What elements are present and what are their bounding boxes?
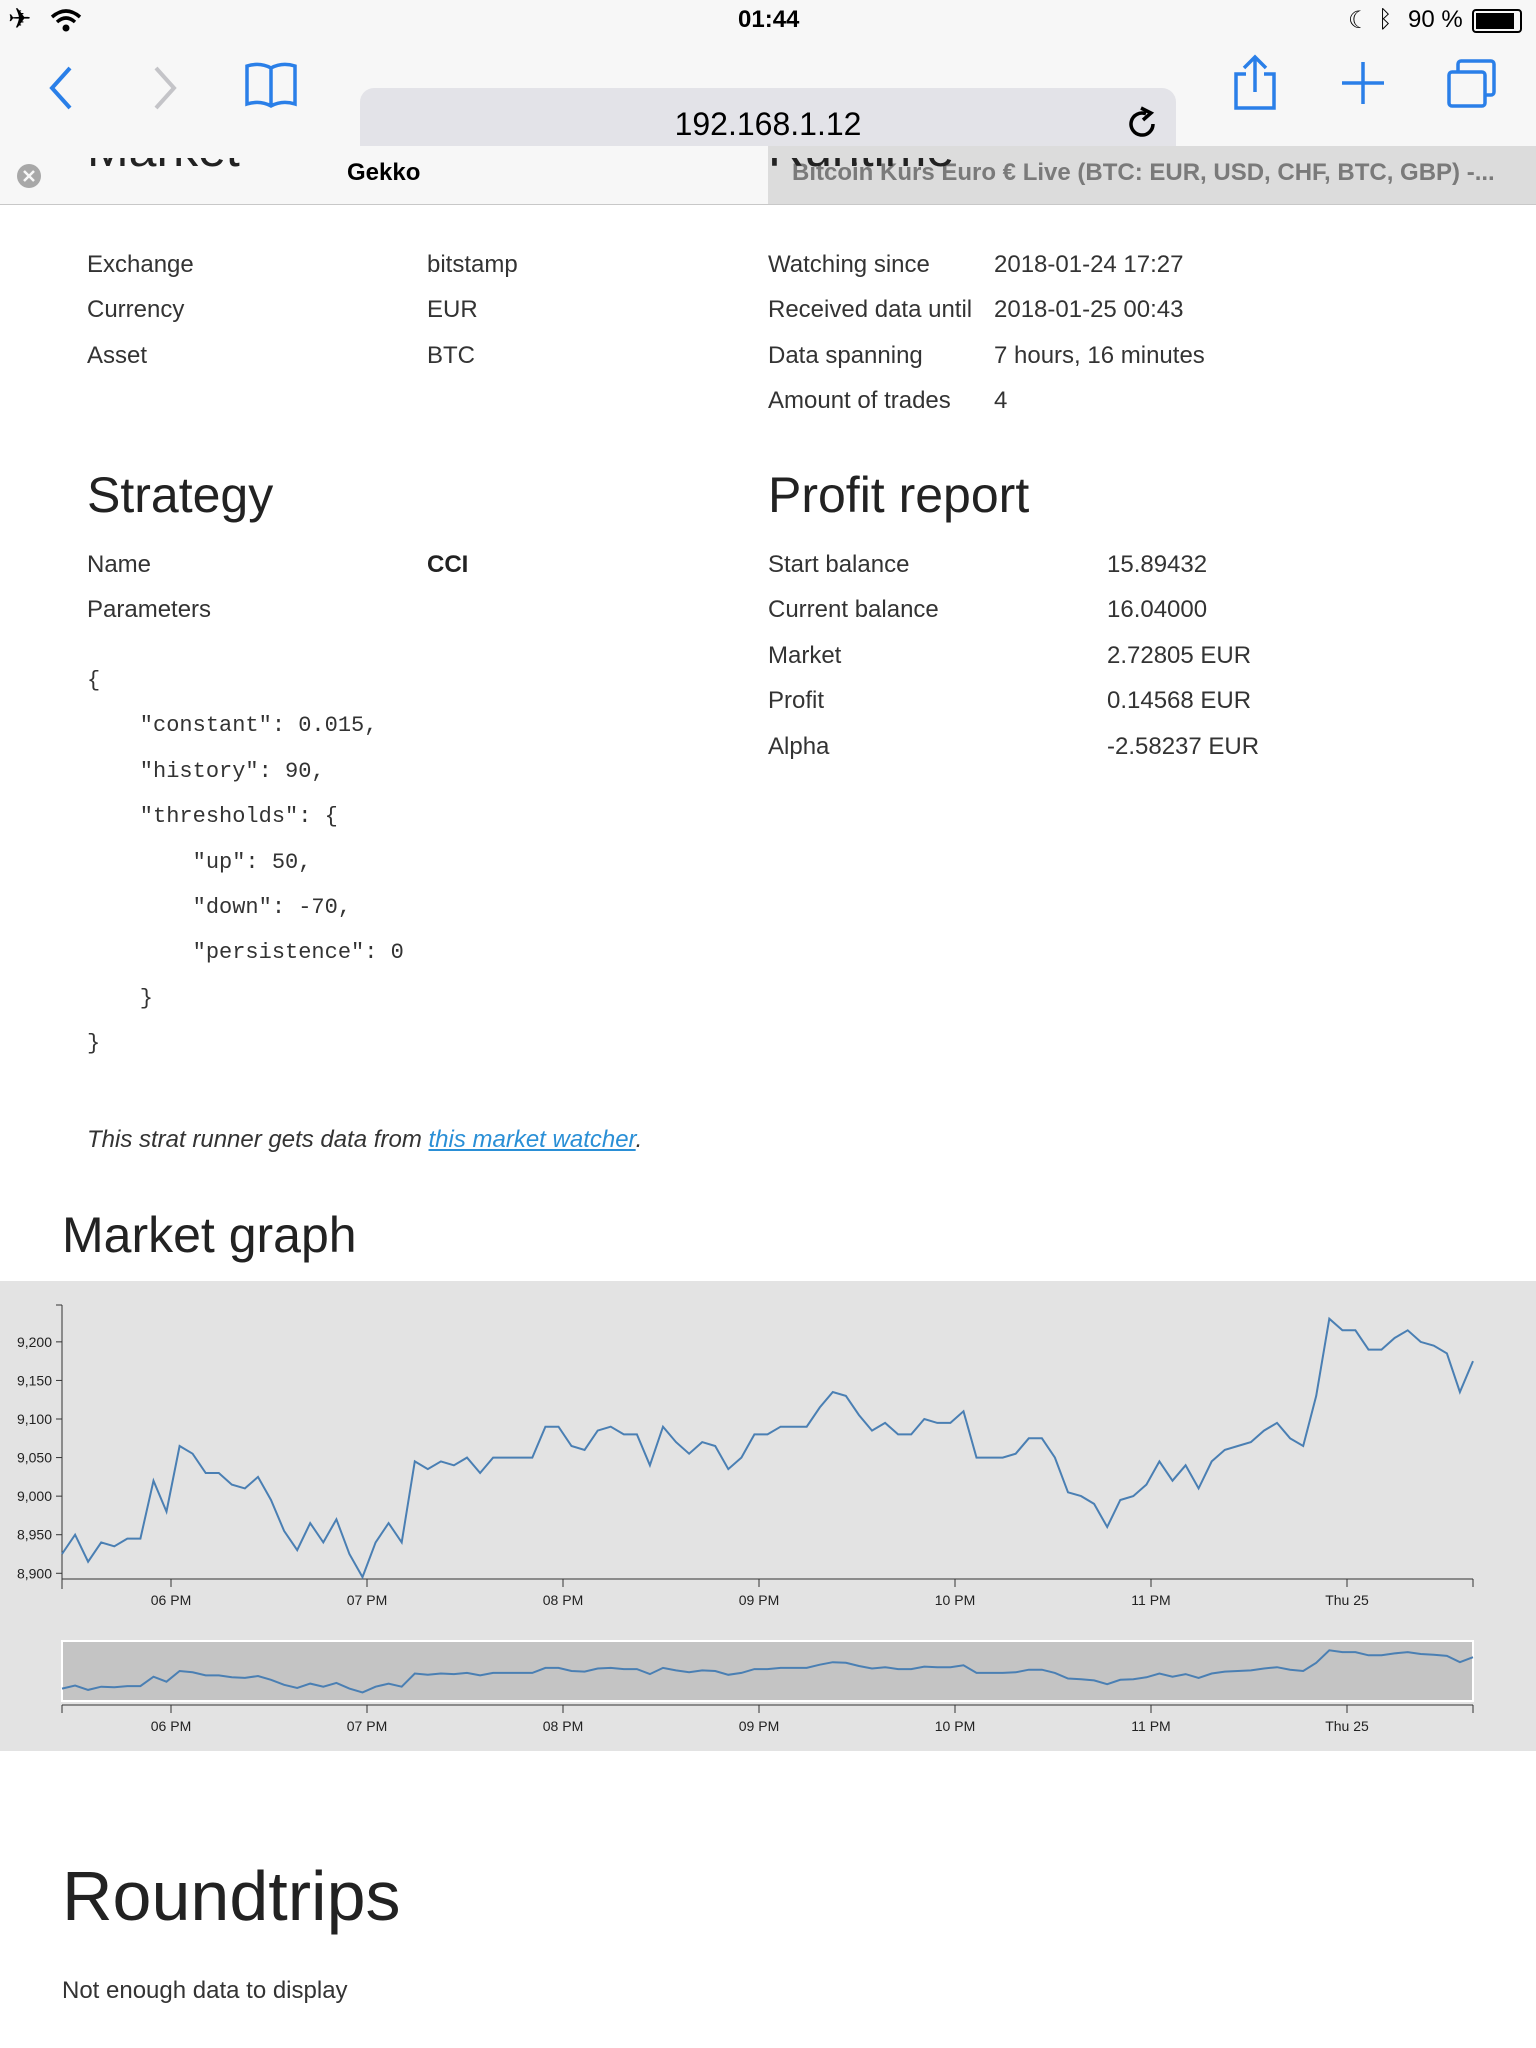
y-tick-label: 9,200 xyxy=(17,1334,52,1350)
x-tick-label: 07 PM xyxy=(347,1592,387,1608)
wifi-icon xyxy=(50,9,82,32)
x-tick-label: 09 PM xyxy=(739,1592,779,1608)
clock: 01:44 xyxy=(738,6,800,33)
profit-value: 16.04000 xyxy=(1107,596,1208,623)
runtime-label: Watching since xyxy=(768,251,930,278)
profit-value: -2.58237 EUR xyxy=(1107,733,1260,760)
status-bar: ✈ 01:44 ☾ ᛒ 90 % xyxy=(0,0,1536,40)
price-line xyxy=(61,1316,1474,1580)
market-value-currency: EUR xyxy=(427,296,478,323)
y-tick-label: 9,050 xyxy=(17,1450,52,1466)
strategy-note: This strat runner gets data from this ma… xyxy=(87,1126,642,1154)
airplane-icon: ✈ xyxy=(8,3,32,34)
profit-value: 15.89432 xyxy=(1107,551,1208,578)
strategy-params-label: Parameters xyxy=(87,596,212,623)
reload-icon[interactable] xyxy=(1124,106,1160,142)
params-line: "thresholds": { xyxy=(87,804,338,829)
params-line: } xyxy=(87,1031,101,1056)
roundtrips-heading: Roundtrips xyxy=(62,1857,401,1935)
tabs-icon[interactable] xyxy=(1446,58,1498,110)
overview-x-tick-label: 07 PM xyxy=(347,1718,387,1734)
url-text[interactable]: 192.168.1.12 xyxy=(360,106,1176,143)
overview-x-tick-label: 06 PM xyxy=(151,1718,191,1734)
x-tick-label: 11 PM xyxy=(1131,1592,1170,1608)
market-value-asset: BTC xyxy=(427,342,475,369)
runtime-value: 4 xyxy=(994,387,1008,414)
params-line: "down": -70, xyxy=(87,895,352,920)
market-watcher-link[interactable]: this market watcher xyxy=(428,1126,635,1153)
market-value-exchange: bitstamp xyxy=(427,251,518,278)
market-graph-heading: Market graph xyxy=(62,1207,357,1263)
params-line: { xyxy=(87,668,101,693)
market-label-currency: Currency xyxy=(87,296,185,323)
overview-x-tick-label: 08 PM xyxy=(543,1718,583,1734)
overview-x-tick-label: 11 PM xyxy=(1131,1718,1170,1734)
runtime-value: 2018-01-24 17:27 xyxy=(994,251,1184,278)
market-graph: 8,900 8,950 9,000 9,050 9,100 9,150 9,200 06 PM… xyxy=(0,1281,1536,1751)
profit-label: Start balance xyxy=(768,551,910,578)
strategy-heading: Strategy xyxy=(87,467,274,523)
runtime-label: Data spanning xyxy=(768,342,923,369)
roundtrips-empty-text: Not enough data to display xyxy=(62,1977,348,2004)
y-tick-label: 9,100 xyxy=(17,1411,52,1427)
market-label-asset: Asset xyxy=(87,342,148,369)
moon-icon: ☾ xyxy=(1348,7,1370,34)
market-label-exchange: Exchange xyxy=(87,251,194,278)
profit-label: Market xyxy=(768,642,842,669)
share-icon[interactable] xyxy=(1232,54,1278,112)
market-heading-clipped: Market xyxy=(87,158,387,218)
runtime-label: Amount of trades xyxy=(768,387,951,414)
params-line: "history": 90, xyxy=(87,759,325,784)
close-tab-icon[interactable] xyxy=(16,163,42,189)
params-line: "up": 50, xyxy=(87,850,312,875)
strategy-name-label: Name xyxy=(87,551,152,578)
params-line: "persistence": 0 xyxy=(87,940,404,965)
brush-selection xyxy=(61,1640,1474,1702)
profit-value: 2.72805 EUR xyxy=(1107,642,1252,669)
back-icon[interactable] xyxy=(46,64,76,112)
market-chart[interactable]: 8,900 8,950 9,000 9,050 9,100 9,150 9,200 06 PM… xyxy=(0,1281,1536,1751)
overview-x-tick-label: Thu 25 xyxy=(1325,1718,1369,1734)
strategy-name-value: CCI xyxy=(427,551,469,578)
runtime-value: 2018-01-25 00:43 xyxy=(994,296,1184,323)
strategy-note-suffix: . xyxy=(635,1126,643,1153)
y-tick-label: 9,150 xyxy=(17,1372,52,1388)
profit-label: Profit xyxy=(768,687,825,714)
runtime-label: Received data until xyxy=(768,296,973,323)
y-tick-label: 8,900 xyxy=(17,1565,52,1581)
x-tick-label: 10 PM xyxy=(935,1592,975,1608)
y-tick-label: 9,000 xyxy=(17,1488,52,1504)
runtime-heading-clipped: Runtime xyxy=(768,158,1068,218)
params-line: } xyxy=(87,986,154,1011)
new-tab-icon[interactable] xyxy=(1340,60,1386,106)
y-tick-label: 8,950 xyxy=(17,1527,52,1543)
runtime-value: 7 hours, 16 minutes xyxy=(994,342,1205,369)
bookmarks-icon[interactable] xyxy=(244,60,298,110)
profit-label: Alpha xyxy=(768,733,830,760)
battery-label: 90 % xyxy=(1408,6,1463,33)
bluetooth-icon: ᛒ xyxy=(1378,6,1393,33)
strategy-note-prefix: This strat runner gets data from xyxy=(87,1126,429,1153)
battery-icon xyxy=(1472,9,1522,33)
browser-toolbar: 192.168.1.12 xyxy=(0,40,1536,160)
profit-label: Current balance xyxy=(768,596,939,623)
x-tick-label: Thu 25 xyxy=(1325,1592,1369,1608)
x-tick-label: 08 PM xyxy=(543,1592,583,1608)
profit-heading: Profit report xyxy=(768,467,1030,523)
x-tick-label: 06 PM xyxy=(151,1592,191,1608)
overview-x-tick-label: 09 PM xyxy=(739,1718,779,1734)
overview-x-tick-label: 10 PM xyxy=(935,1718,975,1734)
forward-icon[interactable] xyxy=(150,64,180,112)
params-line: "constant": 0.015, xyxy=(87,713,378,738)
profit-value: 0.14568 EUR xyxy=(1107,687,1252,714)
